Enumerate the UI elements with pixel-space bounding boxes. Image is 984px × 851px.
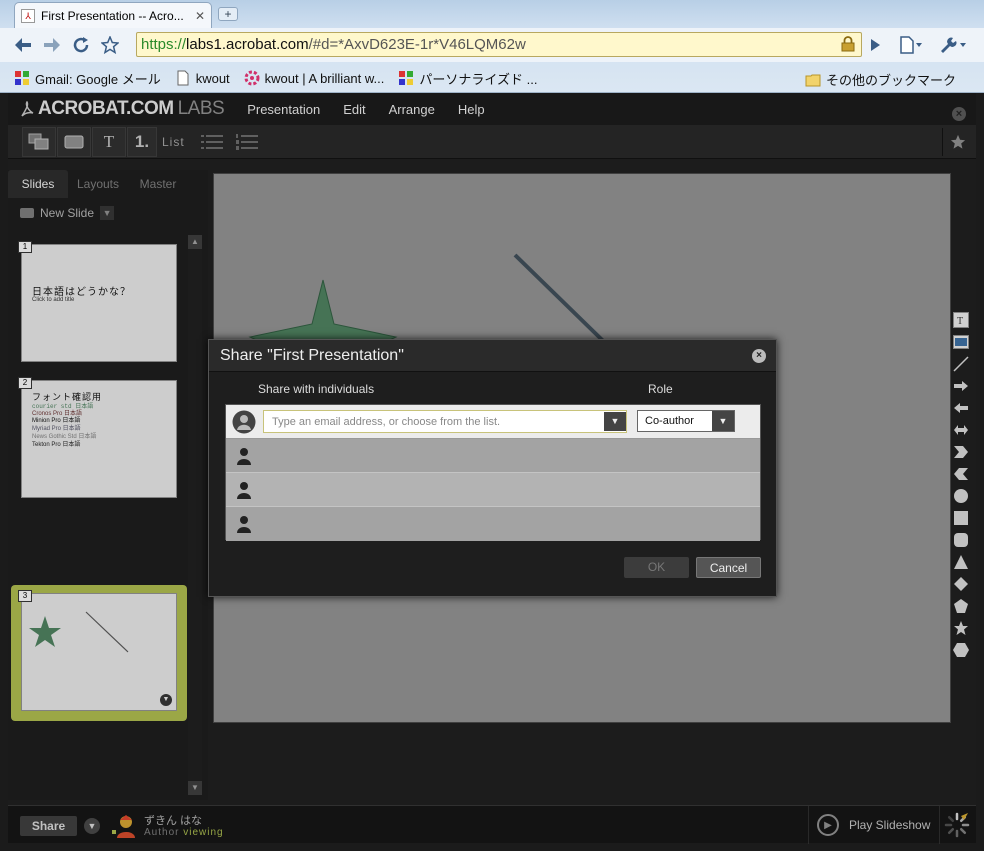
new-invite-row: ▼ Co-author ▼ (226, 405, 760, 439)
bookmark-label: kwout | A brilliant w... (264, 70, 385, 86)
address-bar[interactable]: https://labs1.acrobat.com/#d=*AxvD623E-1… (136, 32, 862, 57)
gmail-icon (15, 71, 29, 85)
wrench-menu-icon[interactable] (938, 32, 968, 57)
tab-close-icon[interactable]: ✕ (195, 9, 205, 23)
email-input[interactable] (263, 410, 627, 433)
bookmark-star-icon[interactable] (97, 33, 123, 57)
url-scheme: https:// (141, 36, 187, 53)
role-header: Role (648, 382, 673, 396)
bookmark-label: パーソナライズド ... (419, 71, 538, 87)
bookmark-kwout[interactable]: kwout (175, 70, 230, 86)
bookmark-personalized[interactable]: パーソナライズド ... (398, 69, 537, 88)
share-dialog: Share "First Presentation" × Share with … (208, 339, 777, 597)
user-circle-icon (232, 410, 256, 434)
back-icon[interactable] (10, 33, 36, 57)
list-item[interactable] (226, 473, 760, 507)
bookmarks-bar: Gmail: Google メール kwout kwout | A brilli… (0, 64, 984, 92)
page-action-play-icon[interactable] (866, 32, 884, 57)
bookmark-label: Gmail: Google メール (35, 71, 161, 87)
cancel-button[interactable]: Cancel (696, 557, 761, 578)
email-dropdown-icon[interactable]: ▼ (604, 412, 626, 431)
person-icon (237, 516, 251, 533)
other-bookmarks-label: その他のブックマーク (825, 73, 956, 88)
other-bookmarks[interactable]: その他のブックマーク (805, 70, 956, 89)
dialog-close-icon[interactable]: × (752, 349, 766, 363)
list-item[interactable] (226, 439, 760, 473)
page-menu-icon[interactable] (898, 32, 924, 57)
person-icon (237, 448, 251, 465)
bookmark-label: kwout (195, 70, 230, 86)
url-host: labs1.acrobat.com (186, 36, 309, 53)
role-select[interactable]: Co-author ▼ (637, 410, 735, 432)
person-icon (237, 482, 251, 499)
new-tab-button[interactable]: + (218, 7, 238, 21)
acrobat-favicon-icon: ⅄ (21, 8, 35, 23)
list-item[interactable] (226, 507, 760, 541)
browser-chrome: ⅄ First Presentation -- Acro... ✕ + http… (0, 0, 984, 93)
ok-button[interactable]: OK (624, 557, 689, 578)
google-icon (399, 71, 414, 85)
share-list: ▼ Co-author ▼ (225, 404, 761, 541)
bookmark-kwout-brilliant[interactable]: kwout | A brilliant w... (244, 70, 385, 86)
dialog-title: Share "First Presentation" (209, 340, 776, 372)
page-icon (177, 70, 189, 86)
share-individuals-header: Share with individuals (258, 382, 375, 396)
url-path: /#d=*AxvD623E-1r*V46LQM62w (308, 36, 526, 53)
tab-title: First Presentation -- Acro... (41, 8, 184, 23)
reload-icon[interactable] (68, 33, 94, 57)
acrobat-app: ACROBAT.COM LABS Presentation Edit Arrang… (8, 93, 976, 844)
bookmark-gmail[interactable]: Gmail: Google メール (14, 69, 161, 88)
folder-icon (805, 74, 821, 86)
browser-tab[interactable]: ⅄ First Presentation -- Acro... ✕ (14, 2, 212, 28)
role-value: Co-author (645, 415, 694, 427)
lock-icon[interactable] (841, 36, 855, 52)
kwout-flower-icon (244, 70, 260, 86)
forward-icon[interactable] (39, 33, 65, 57)
chevron-down-icon[interactable]: ▼ (712, 411, 734, 431)
